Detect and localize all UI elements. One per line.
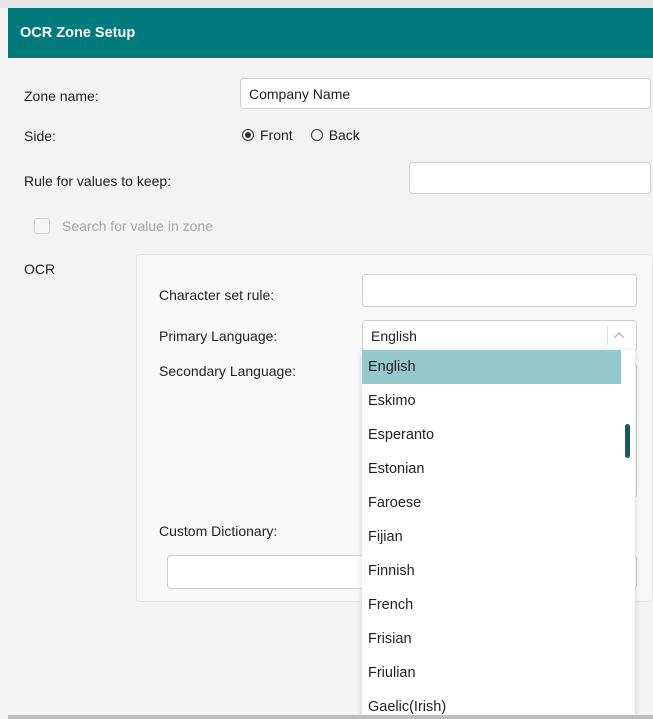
search-in-zone-checkbox[interactable]: [34, 218, 50, 234]
dropdown-item-finnish[interactable]: Finnish: [362, 554, 621, 588]
radio-front[interactable]: [242, 129, 254, 141]
ocr-label: OCR: [24, 261, 56, 277]
window-bottom-edge: [8, 715, 653, 719]
secondary-language-label: Secondary Language:: [159, 363, 296, 379]
dropdown-item-estonian[interactable]: Estonian: [362, 452, 621, 486]
char-set-label: Character set rule:: [159, 287, 275, 303]
primary-language-value: English: [371, 328, 417, 344]
rule-input[interactable]: [409, 162, 651, 194]
window-title: OCR Zone Setup: [20, 25, 136, 41]
search-in-zone-label: Search for value in zone: [62, 218, 213, 234]
char-set-input[interactable]: [362, 274, 637, 307]
dropdown-item-eskimo[interactable]: Eskimo: [362, 384, 621, 418]
radio-back[interactable]: [310, 129, 323, 141]
dropdown-item-frisian[interactable]: Frisian: [362, 622, 621, 656]
radio-front-label: Front: [260, 127, 293, 143]
side-label: Side:: [24, 128, 56, 144]
rule-label: Rule for values to keep:: [24, 173, 172, 189]
side-radio-group: Front Back: [242, 127, 372, 143]
dropdown-scrollbar-thumb[interactable]: [625, 424, 630, 458]
dropdown-item-english[interactable]: English: [362, 350, 621, 384]
radio-back-label: Back: [328, 127, 360, 143]
primary-language-select[interactable]: English: [362, 320, 637, 352]
title-bar: OCR Zone Setup: [8, 8, 653, 58]
primary-language-dropdown: English Eskimo Esperanto Estonian Faroes…: [362, 350, 635, 719]
window-top-edge: [0, 0, 653, 8]
primary-language-label: Primary Language:: [159, 328, 278, 344]
chevron-up-icon[interactable]: [607, 325, 630, 345]
dropdown-item-french[interactable]: French: [362, 588, 621, 622]
zone-name-label: Zone name:: [24, 88, 99, 104]
dropdown-item-esperanto[interactable]: Esperanto: [362, 418, 621, 452]
zone-name-input[interactable]: Company Name: [240, 78, 651, 109]
custom-dictionary-label: Custom Dictionary:: [159, 523, 278, 539]
dropdown-item-faroese[interactable]: Faroese: [362, 486, 621, 520]
dropdown-item-fijian[interactable]: Fijian: [362, 520, 621, 554]
dropdown-item-friulian[interactable]: Friulian: [362, 656, 621, 690]
